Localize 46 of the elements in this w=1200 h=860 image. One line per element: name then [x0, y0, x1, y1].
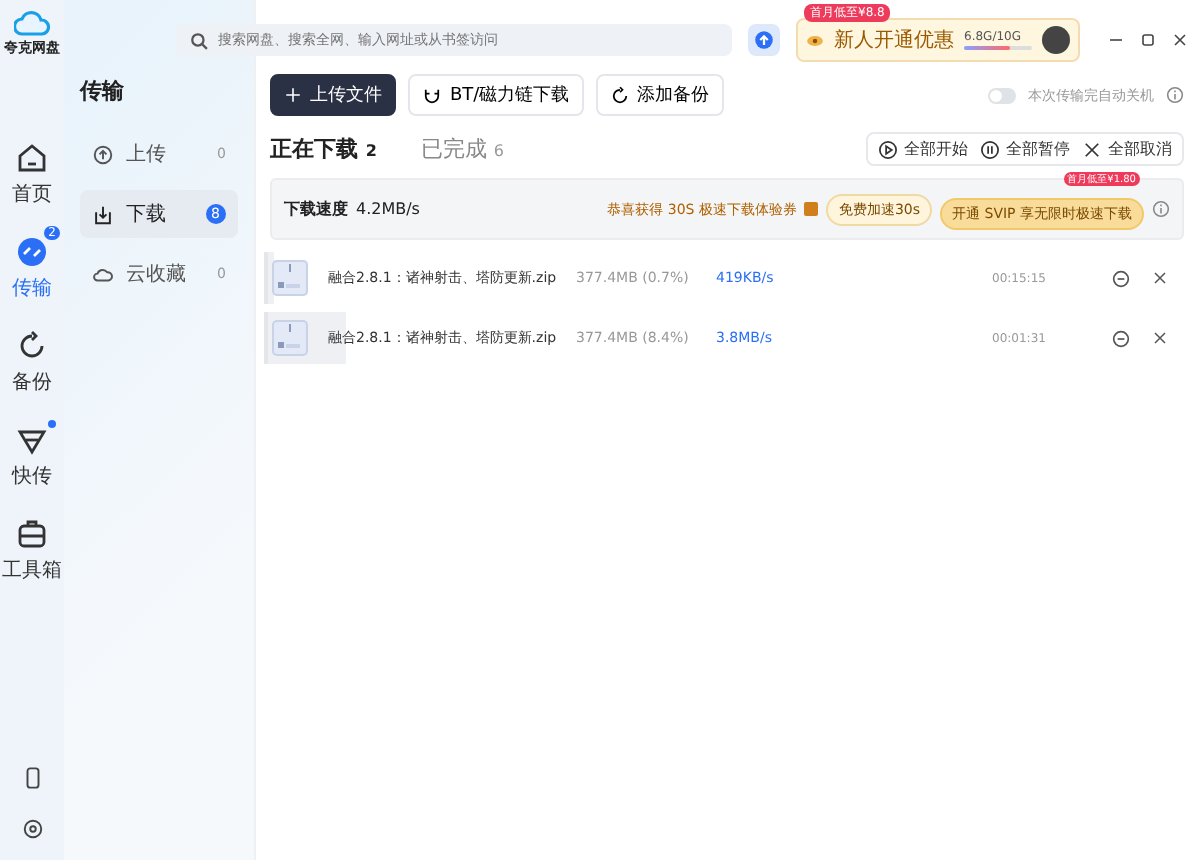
bulk-action-button[interactable]: 全部暂停 — [980, 138, 1070, 160]
avatar[interactable] — [1042, 26, 1070, 54]
upload-button[interactable] — [748, 24, 780, 56]
cloud-logo-icon — [14, 8, 50, 36]
plus-icon — [284, 86, 302, 104]
settings-icon[interactable] — [21, 818, 43, 840]
sidebar-label: 下载 — [126, 201, 168, 228]
sidebar-label: 云收藏 — [126, 261, 188, 288]
close-icon — [1082, 139, 1102, 159]
speed-label: 下载速度 — [284, 198, 348, 220]
refresh-icon — [16, 330, 48, 362]
nav-item[interactable]: 首页 — [12, 142, 52, 208]
refresh-icon — [609, 85, 630, 105]
maximize-icon[interactable] — [1140, 32, 1156, 48]
nav-item[interactable]: 传输 — [12, 236, 52, 302]
home-icon — [16, 142, 48, 174]
section-title: 传输 — [80, 76, 126, 106]
nav-item[interactable]: 工具箱 — [2, 518, 62, 584]
upload-icon — [754, 30, 774, 50]
close-icon[interactable] — [1172, 32, 1188, 48]
tab[interactable]: 正在下载 2 — [270, 134, 377, 164]
toolbox-icon — [16, 518, 48, 550]
sidebar-label: 上传 — [126, 141, 168, 168]
tab[interactable]: 已完成 6 — [420, 134, 505, 164]
eye-icon — [806, 33, 824, 47]
phone-icon[interactable] — [21, 766, 43, 790]
file-icon — [272, 260, 308, 296]
pause-icon — [980, 139, 1000, 159]
bulk-action-button[interactable]: 全部取消 — [1082, 138, 1172, 160]
toolbar-button[interactable]: 添加备份 — [595, 74, 724, 116]
info-icon — [1152, 200, 1170, 218]
bulk-action-button[interactable]: 全部开始 — [878, 138, 968, 160]
nav-item[interactable]: 备份 — [12, 330, 52, 396]
toggle-switch[interactable] — [988, 87, 1016, 103]
speed-value: 4.2MB/s — [356, 200, 420, 218]
download-icon — [92, 203, 114, 225]
nav-item[interactable]: 快传 — [12, 424, 52, 490]
toolbar-button[interactable]: 上传文件 — [270, 74, 396, 116]
upload-icon — [92, 143, 114, 165]
play-icon — [878, 139, 898, 159]
magnet-icon — [422, 85, 442, 105]
ticket-icon — [804, 202, 819, 216]
info-icon — [1166, 86, 1184, 104]
offer-text: 新人开通优惠 — [834, 27, 954, 54]
file-icon — [272, 320, 308, 356]
toolbar-button[interactable]: BT/磁力链下载 — [408, 74, 584, 116]
